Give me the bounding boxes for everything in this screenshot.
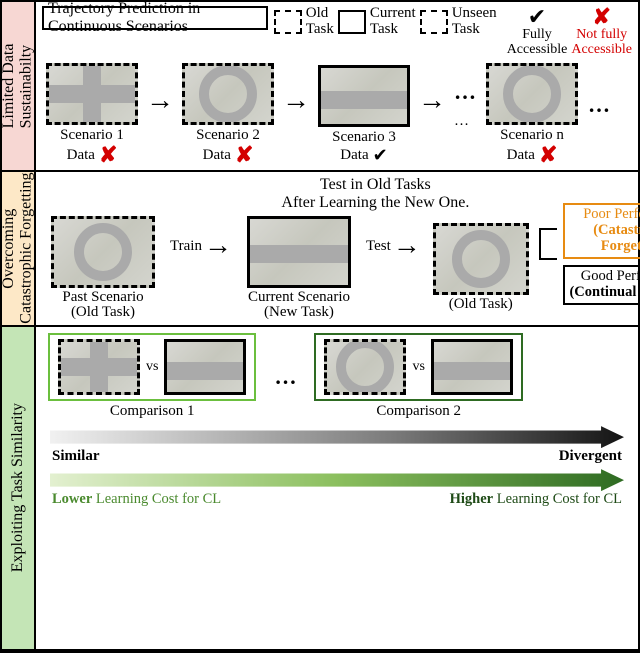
scenario-1-data: Data✘	[67, 144, 118, 166]
past-caption: Past Scenario (Old Task)	[62, 290, 143, 322]
scenario-n: Scenario n Data✘	[482, 63, 582, 166]
similar-label: Similar	[52, 448, 100, 465]
unseen-task-label: Unseen Task	[452, 6, 497, 38]
scenario-2-data: Data✘	[203, 144, 254, 166]
not-fully-col: ✘ Not fully Accessible	[571, 6, 632, 57]
section1-label: Limited Data Sustainabilty	[2, 2, 36, 170]
section2-label: Overcoming Catastrophic Forgetting	[2, 172, 36, 325]
section1-body: Trajectory Prediction in Continuous Scen…	[36, 2, 638, 170]
section-catastrophic-forgetting: Overcoming Catastrophic Forgetting Test …	[2, 172, 638, 327]
old-scenario-retest: (Old Task)	[427, 223, 535, 313]
vs-label: vs	[412, 359, 424, 375]
section-task-similarity: Exploiting Task Similarity vs Comparison…	[2, 327, 638, 651]
current-task-swatch	[338, 10, 366, 34]
arrow-icon: →	[202, 230, 234, 262]
scenario-1: Scenario 1 Data✘	[42, 63, 142, 166]
current-caption: Current Scenario (New Task)	[248, 290, 350, 322]
dots-icon: …	[268, 364, 302, 390]
scenario-3-data: Data✔	[340, 146, 387, 164]
comparison-1-box: vs	[48, 333, 256, 401]
cmp2-thumb-a	[324, 339, 406, 395]
fully-label: Fully Accessible	[507, 28, 568, 57]
current-thumb	[247, 216, 351, 288]
lower-cost-label: Lower Learning Cost for CL	[52, 491, 221, 508]
legend-row: Trajectory Prediction in Continuous Scen…	[42, 6, 632, 57]
section2-title: Test in Old TasksAfter Learning the New …	[42, 176, 640, 211]
cmp1-thumb-b	[164, 339, 246, 395]
scenario-1-thumb	[46, 63, 138, 125]
x-icon: ✘	[235, 144, 253, 166]
arrow-icon: →	[280, 85, 312, 117]
dots-icon: ……	[450, 79, 480, 131]
not-fully-label: Not fully Accessible	[571, 28, 632, 57]
old-thumb	[433, 223, 529, 295]
comparison-2-label: Comparison 2	[314, 403, 522, 420]
check-icon: ✔	[528, 6, 546, 28]
check-icon: ✔	[373, 146, 388, 164]
higher-cost-label: Higher Learning Cost for CL	[450, 491, 622, 508]
poor-performance-box: Poor Performance(Catastrophic Forgetting…	[563, 203, 640, 259]
section3-body: vs Comparison 1 … vs Comparison 2	[36, 327, 638, 649]
cmp2-thumb-b	[431, 339, 513, 395]
comparison-1: vs Comparison 1	[48, 333, 256, 420]
scenario-3-thumb	[318, 65, 410, 127]
section3-label: Exploiting Task Similarity	[2, 327, 36, 649]
unseen-task-swatch	[420, 10, 448, 34]
past-scenario: Past Scenario (Old Task)	[42, 216, 164, 322]
cmp1-thumb-a	[58, 339, 140, 395]
old-task-swatch	[274, 10, 302, 34]
vs-label: vs	[146, 359, 158, 375]
scenario-3: Scenario 3 Data✔	[314, 65, 414, 164]
past-thumb	[51, 216, 155, 288]
similarity-gradient-bar	[50, 426, 624, 448]
arrow-icon: →	[416, 85, 448, 117]
fully-accessible-col: ✔ Fully Accessible	[507, 6, 568, 57]
comparison-2-box: vs	[314, 333, 522, 401]
section-limited-data: Limited Data Sustainabilty Trajectory Pr…	[2, 2, 638, 172]
cost-axis-labels: Lower Learning Cost for CL Higher Learni…	[52, 491, 622, 508]
old-task-label: Old Task	[306, 6, 334, 38]
cost-gradient-bar	[50, 469, 624, 491]
legend-title: Trajectory Prediction in Continuous Scen…	[42, 6, 268, 30]
scenario-3-name: Scenario 3	[332, 129, 396, 146]
test-label: Test	[366, 238, 391, 255]
scenario-2: Scenario 2 Data✘	[178, 63, 278, 166]
x-icon: ✘	[539, 144, 557, 166]
divergent-label: Divergent	[559, 448, 622, 465]
dots-icon: …	[584, 92, 614, 118]
branch-icon	[539, 216, 559, 272]
comparison-2: vs Comparison 2	[314, 333, 522, 420]
section2-body: Test in Old TasksAfter Learning the New …	[36, 172, 640, 325]
comparison-1-label: Comparison 1	[48, 403, 256, 420]
comparison-row: vs Comparison 1 … vs Comparison 2	[48, 333, 632, 420]
scenario-2-thumb	[182, 63, 274, 125]
scenario-row: Scenario 1 Data✘ → Scenario 2 Data✘ → Sc…	[42, 63, 632, 166]
current-task-label: Current Task	[370, 6, 416, 38]
arrow-icon: →	[391, 230, 423, 262]
x-icon: ✘	[592, 6, 610, 28]
scenario-n-data: Data✘	[507, 144, 558, 166]
current-scenario: Current Scenario (New Task)	[238, 216, 360, 322]
similarity-axis-labels: Similar Divergent	[52, 448, 622, 465]
good-performance-box: Good Performance(Continual Learning)	[563, 265, 640, 305]
old-caption: (Old Task)	[449, 297, 513, 313]
scenario-n-thumb	[486, 63, 578, 125]
outcome-column: Poor Performance(Catastrophic Forgetting…	[563, 203, 640, 305]
train-label: Train	[170, 238, 202, 255]
section2-flow: Past Scenario (Old Task) Train → Current…	[42, 216, 640, 322]
x-icon: ✘	[99, 144, 117, 166]
arrow-icon: →	[144, 85, 176, 117]
